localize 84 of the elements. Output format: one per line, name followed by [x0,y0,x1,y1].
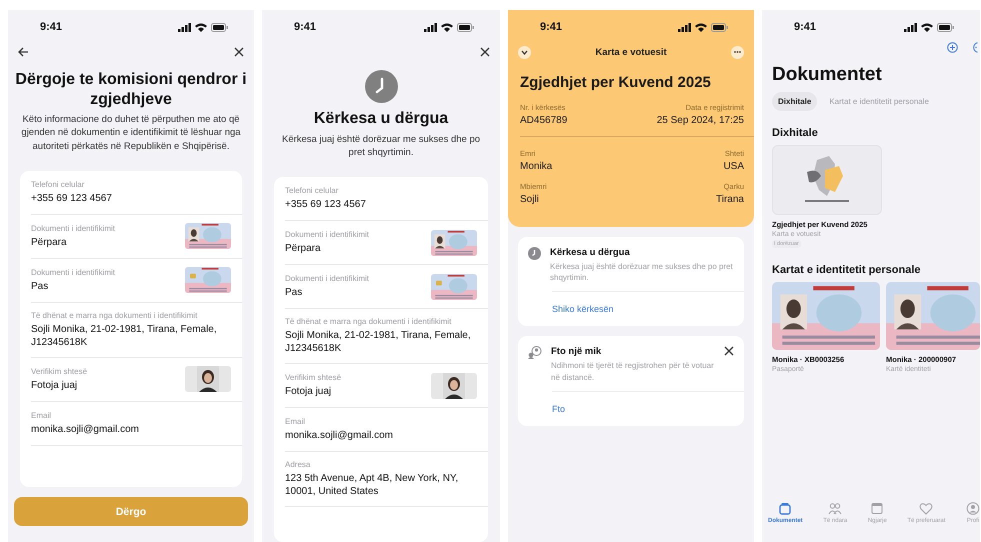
signal-icon [904,22,917,32]
field-label: Adresa [285,460,312,470]
field-value: Përpara [285,242,322,256]
detail-value: 25 Sep 2024, 17:25 [656,115,744,126]
people-icon [828,502,842,515]
section-heading: Dixhitale [772,127,819,139]
field-value: 123 5th Avenue, Apt 4B, New York, NY, 10001, United States [285,472,460,498]
profile-icon [966,502,980,515]
status-time: 9:41 [540,21,562,33]
document-tile[interactable] [772,145,882,215]
notice-title: Kërkesa u dërgua [550,247,631,258]
field-label: Email [31,410,52,420]
field-label: Telefoni celular [31,180,86,189]
filter-chip[interactable]: Dixhitale [772,92,818,111]
battery-icon [711,22,728,32]
field-label: Dokumenti i identifikimit [285,274,370,284]
field-label: Të dhënat e marra nga dokumenti i identifikimit [285,317,452,326]
signal-icon [178,22,191,32]
screen-subtitle: Kërkesa juaj është dorëzuar me sukses dhe po pret shqyrtimin. [280,132,482,160]
header-title: Karta e votuesit [595,46,667,58]
calendar-icon [870,502,884,515]
field-value: Fotoja juaj [285,385,332,398]
wifi-icon [695,22,707,32]
battery-icon [211,22,228,32]
notice-link[interactable]: Shiko kërkesën [552,304,614,314]
wifi-icon [195,22,207,32]
wifi-icon [921,22,933,32]
add-icon[interactable] [947,42,958,53]
signal-icon [424,22,437,32]
battery-icon [937,22,954,32]
notice-link[interactable]: Fto [552,404,566,414]
close-icon[interactable] [724,346,734,356]
section-heading: Kartat e identitetit personale [772,264,922,276]
collapse-button[interactable] [518,46,531,58]
more-icon[interactable] [972,42,978,53]
clock-icon [364,70,398,103]
detail-value: AD456789 [520,115,568,126]
wifi-icon [441,22,453,32]
close-icon[interactable] [234,47,244,57]
field-value: Sojli Monika, 21-02-1981, Tirana, Female, J12345618K [31,322,218,349]
field-label: Email [285,417,306,426]
signal-icon [678,22,691,32]
detail-value: USA [723,161,744,172]
clock-icon [528,247,541,260]
heart-icon [919,502,934,515]
field-value: Përpara [31,236,68,249]
field-value: Pas [31,280,50,293]
people-icon [528,346,542,360]
send-button[interactable]: Dërgo [14,497,248,526]
field-value: Pas [285,286,304,300]
field-label: Dokumenti i identifikimit [31,268,116,277]
notice-title: Fto një mik [551,346,602,358]
field-label: Të dhënat e marra nga dokumenti i identifikimit [31,310,198,320]
close-icon[interactable] [480,47,490,57]
field-label: Verifikim shtesë [31,366,88,376]
detail-value: Sojli [520,194,539,205]
more-button[interactable] [731,46,744,58]
status-time: 9:41 [294,21,316,33]
election-title: Zgjedhjet per Kuvend 2025 [520,74,712,91]
filter-chip[interactable]: Kartat e identitetit personale [823,92,935,111]
detail-value: Tirana [716,194,744,205]
battery-icon [457,22,474,32]
status-time: 9:41 [794,21,816,33]
field-value: monika.sojli@gmail.com [31,422,140,436]
field-value: monika.sojli@gmail.com [285,429,394,442]
field-label: Dokumenti i identifikimit [31,224,116,233]
notice-text: Ndihmoni të tjerët të regjistrohen për të votuar në distancë. [551,360,715,383]
field-label: Dokumenti i identifikimit [285,230,370,240]
screen-title: Dërgoje te komisioni qendror i zgjedhjeve [14,70,248,110]
field-value: +355 69 123 4567 [285,198,367,212]
chevron-icon [521,50,528,54]
field-label: Telefoni celular [285,186,340,196]
back-icon[interactable] [18,47,29,57]
screen-title: Dokumentet [772,64,883,86]
folder-icon [778,502,792,515]
screen-subtitle: Këto informacione do duhet të përputhen me ato që gjenden në dokumentin e identifikimit të lëshuar nga autoriteti përkatës në Republikën e Shqipërisë. [20,113,242,153]
notice-text: Kërkesa juaj është dorëzuar me sukses dhe po pret shqyrtimin. [550,261,734,284]
field-value: Fotoja juaj [31,378,78,392]
field-label: Verifikim shtesë [285,373,342,382]
field-value: +355 69 123 4567 [31,192,113,205]
field-value: Sojli Monika, 21-02-1981, Tirana, Female, J12345618K [285,329,472,356]
screen-title: Kërkesa u dërgua [312,109,450,129]
status-time: 9:41 [40,21,62,33]
detail-value: Monika [520,161,552,172]
